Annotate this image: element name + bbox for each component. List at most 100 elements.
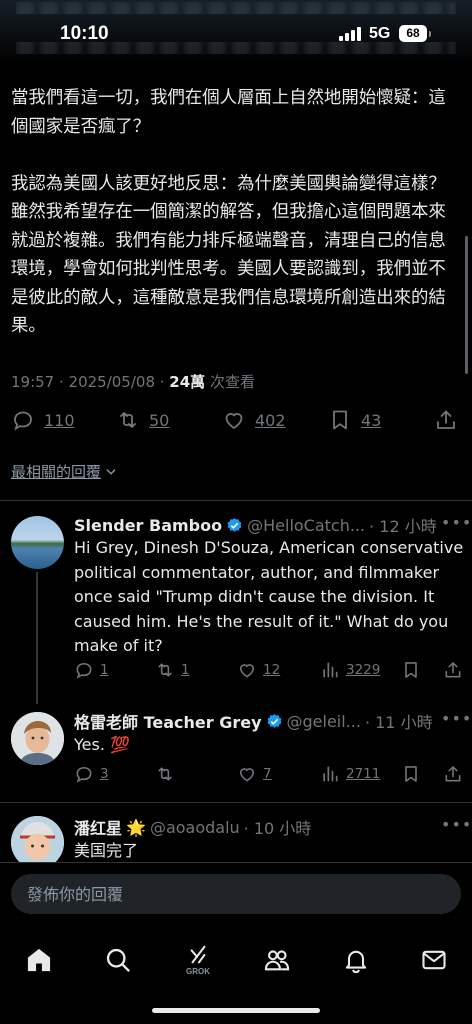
reply-button[interactable]: 110: [11, 408, 75, 432]
reply-header: Slender Bamboo @HelloCatch... · 12 小時: [74, 513, 437, 537]
author-name[interactable]: 格雷老師 Teacher Grey: [74, 709, 262, 733]
sort-label: 最相關的回覆: [11, 463, 102, 481]
reply-button[interactable]: 1: [74, 660, 109, 680]
heart-icon: [239, 768, 255, 782]
tab-notifications[interactable]: [336, 940, 376, 980]
communities-icon: [264, 950, 290, 971]
like-count: 7: [263, 766, 272, 782]
verified-badge-icon: [267, 713, 281, 728]
author-name[interactable]: 潘红星: [74, 815, 122, 839]
mail-icon: [422, 950, 446, 970]
view-count: 3229: [346, 662, 381, 678]
bottom-tab-bar: GROK: [0, 928, 472, 1024]
reply-item[interactable]: 潘红星 🌟 @aoaodalu · 10 小時 ••• 美国完了: [0, 802, 472, 862]
reply-icon: [14, 411, 32, 431]
like-button[interactable]: 402: [222, 408, 286, 432]
tweet-text: 當我們看這一切，我們在個人層面上自然地開始懷疑：這個國家是否瘋了？ 我認為美國人…: [11, 84, 463, 341]
analytics-icon: [323, 662, 338, 678]
battery-icon: 68: [399, 25, 427, 42]
retweet-count: 1: [181, 662, 190, 678]
avatar[interactable]: [11, 516, 64, 569]
tweet-paragraph: 當我們看這一切，我們在個人層面上自然地開始懷疑：這個國家是否瘋了？: [11, 88, 446, 137]
bookmark-button[interactable]: [401, 764, 421, 784]
reply-item[interactable]: 格雷老師 Teacher Grey @geleil... · 11 小時 •••…: [0, 696, 472, 802]
reply-count: 3: [100, 766, 109, 782]
avatar-portrait: [11, 816, 64, 862]
tab-messages[interactable]: [414, 940, 454, 980]
reply-text: Yes. 💯: [74, 735, 130, 754]
author-handle[interactable]: @HelloCatch...: [247, 516, 365, 535]
retweet-button[interactable]: [155, 764, 175, 784]
like-button[interactable]: 12: [237, 660, 280, 680]
like-button[interactable]: 7: [237, 764, 272, 784]
bookmark-button[interactable]: [401, 660, 421, 680]
reply-time: · 10 小時: [243, 819, 312, 838]
grok-label: GROK: [186, 967, 210, 976]
retweet-icon: [158, 663, 172, 677]
more-options-icon[interactable]: •••: [441, 709, 472, 728]
retweet-count: 50: [149, 410, 170, 430]
reply-icon: [76, 766, 92, 783]
analytics-icon: [323, 766, 338, 782]
avatar-portrait: [11, 712, 64, 765]
views-button[interactable]: 3229: [320, 660, 380, 680]
star-icon: 🌟: [126, 817, 146, 837]
retweet-icon: [158, 767, 172, 781]
bell-icon: [345, 950, 367, 974]
tab-grok[interactable]: GROK: [178, 940, 218, 980]
reply-time: · 11 小時: [364, 713, 433, 732]
reply-button[interactable]: 3: [74, 764, 109, 784]
reply-item[interactable]: Slender Bamboo @HelloCatch... · 12 小時 ••…: [0, 500, 472, 696]
reply-text: Hi Grey, Dinesh D'Souza, American conser…: [74, 538, 464, 655]
tweet-actions: 110 50 402 43: [0, 408, 472, 438]
chevron-down-icon: [106, 468, 116, 475]
network-label: 5G: [369, 25, 391, 42]
reply-text: 美国完了: [74, 841, 139, 860]
grok-icon: [190, 945, 206, 964]
author-name[interactable]: Slender Bamboo: [74, 516, 222, 535]
bookmark-button[interactable]: 43: [328, 408, 381, 432]
share-icon: [445, 766, 461, 782]
views-button[interactable]: 2711: [320, 764, 380, 784]
tweet-timestamp: 19:57 · 2025/05/08 ·: [11, 373, 170, 391]
like-count: 402: [255, 410, 286, 430]
verified-badge-icon: [227, 517, 242, 532]
reply-header: 格雷老師 Teacher Grey @geleil... · 11 小時: [74, 709, 433, 733]
retweet-button[interactable]: 1: [155, 660, 190, 680]
home-icon: [27, 948, 51, 972]
share-icon: [445, 662, 461, 678]
bookmark-count: 43: [361, 410, 382, 430]
search-icon: [106, 948, 130, 972]
avatar[interactable]: [11, 712, 64, 765]
reply-count: 1: [100, 662, 109, 678]
signal-icon: [339, 27, 361, 41]
reply-time: · 12 小時: [369, 517, 437, 536]
scrollbar[interactable]: [465, 236, 468, 374]
reply-input[interactable]: [11, 874, 461, 914]
reply-header: 潘红星 🌟 @aoaodalu · 10 小時: [74, 815, 311, 839]
tab-communities[interactable]: [257, 940, 297, 980]
author-handle[interactable]: @aoaodalu: [150, 818, 240, 837]
home-indicator[interactable]: [152, 1008, 320, 1013]
avatar[interactable]: [11, 816, 64, 862]
share-button[interactable]: [434, 408, 458, 432]
heart-icon: [225, 413, 243, 430]
more-options-icon[interactable]: •••: [441, 815, 472, 834]
tab-home[interactable]: [19, 940, 59, 980]
reply-icon: [76, 662, 92, 679]
reply-actions: 1 1 12 3229: [74, 660, 466, 684]
reply-actions: 3 7 2711: [74, 764, 466, 788]
reply-sort-dropdown[interactable]: 最相關的回覆: [11, 461, 118, 482]
reply-count: 110: [44, 410, 75, 430]
tab-search[interactable]: [98, 940, 138, 980]
share-button[interactable]: [443, 764, 463, 784]
author-handle[interactable]: @geleil...: [287, 712, 361, 731]
retweet-button[interactable]: 50: [116, 408, 169, 432]
more-options-icon[interactable]: •••: [441, 513, 472, 532]
share-icon: [437, 410, 455, 429]
views-suffix: 次查看: [205, 373, 255, 391]
tweet-paragraph: 我認為美國人該更好地反思：為什麼美國輿論變得這樣？雖然我希望存在一個簡潔的解答，…: [11, 173, 446, 337]
like-count: 12: [263, 662, 281, 678]
share-button[interactable]: [443, 660, 463, 680]
view-count[interactable]: 24萬: [169, 373, 205, 391]
